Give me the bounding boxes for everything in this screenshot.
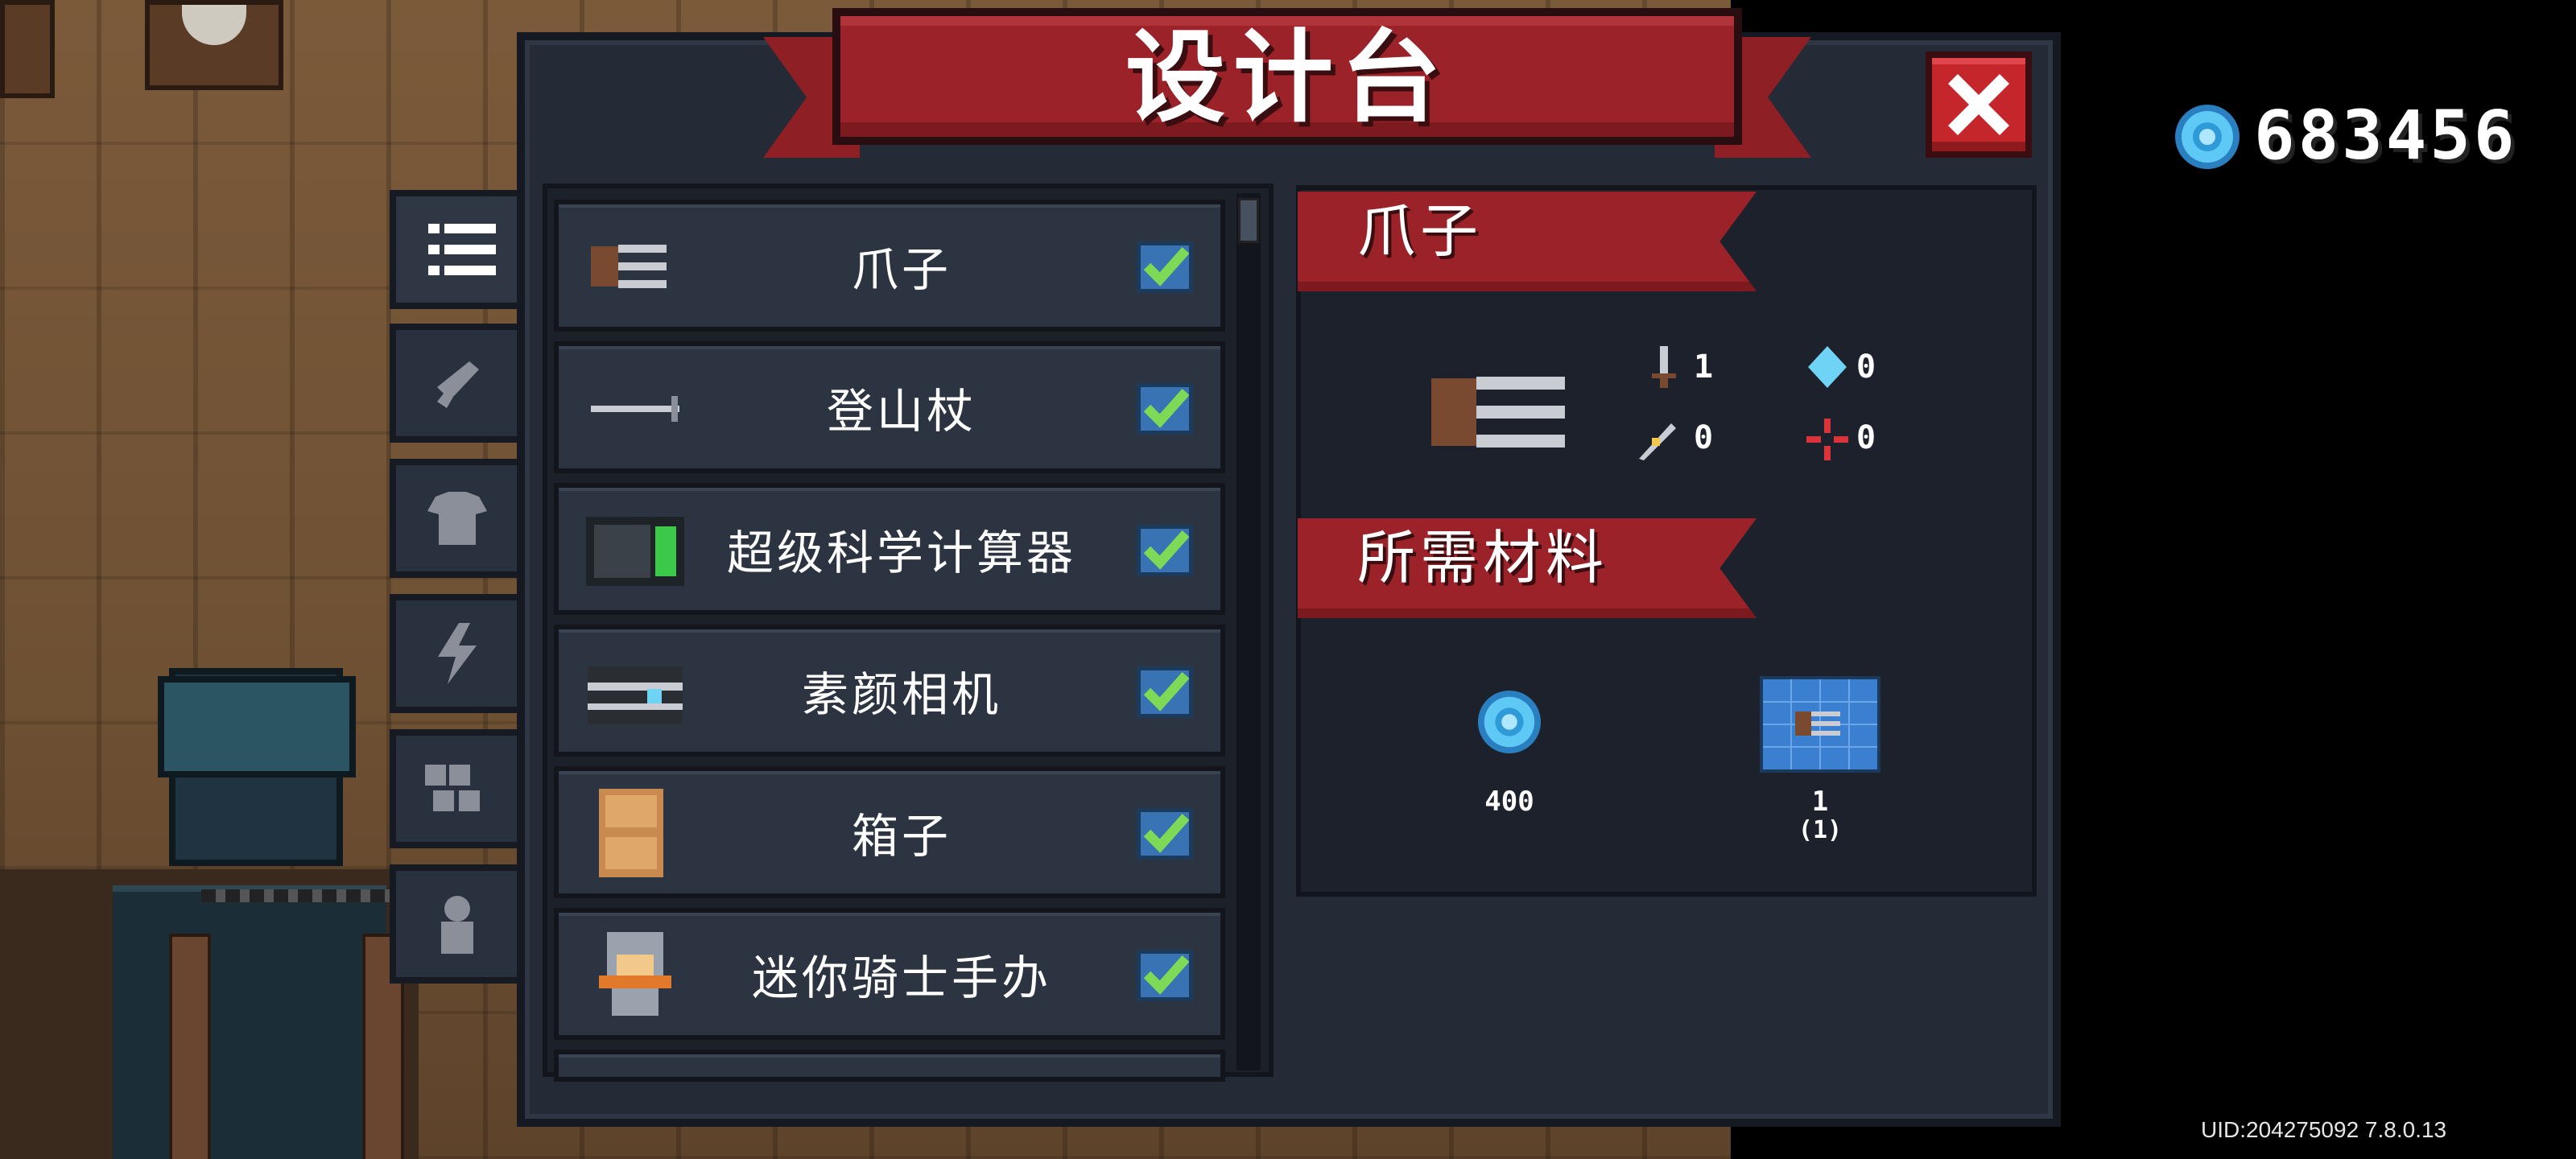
list-icon (428, 224, 496, 275)
energy-value: 0 (1856, 349, 1876, 386)
gem-count: 683456 (2254, 96, 2518, 175)
selected-item-name: 爪子 (1357, 197, 1484, 265)
tab-energy[interactable] (390, 594, 518, 713)
checkmark-icon (1143, 389, 1190, 428)
owned-checkbox (1137, 241, 1193, 293)
armor-icon (427, 492, 487, 545)
item-name: 登山杖 (826, 384, 976, 439)
camera-icon (588, 666, 683, 724)
hiking-pole-icon (591, 396, 679, 422)
uid-version-text: UID:204275092 7.8.0.13 (2201, 1117, 2447, 1142)
selected-claw-icon (1431, 377, 1565, 448)
materials-title: 所需材料 (1357, 524, 1609, 592)
close-icon (1948, 74, 2009, 135)
claw-icon (591, 245, 667, 288)
tab-list[interactable] (390, 190, 528, 309)
list-item-claw[interactable]: 爪子 (554, 200, 1225, 332)
gem-currency-icon (2175, 105, 2240, 169)
gem-icon (1477, 690, 1542, 754)
item-name: 箱子 (851, 809, 952, 864)
crate-icon (599, 789, 663, 877)
checkmark-icon (1143, 814, 1190, 853)
accuracy-value: 0 (1856, 419, 1876, 456)
energy-crystal-icon (1808, 346, 1847, 388)
crosshair-icon (1806, 419, 1848, 460)
tab-statues[interactable] (390, 864, 518, 984)
weapon-icon (437, 361, 479, 408)
shelf-decoration (0, 0, 55, 98)
game-screen: 设计台 683456 爪子 登山杖 超级科学计算器 素颜相机 箱子 迷你骑士手办… (0, 0, 2576, 1159)
blueprint-cost: 1 (1811, 786, 1829, 818)
owned-checkbox (1137, 666, 1193, 718)
list-scrollbar-thumb[interactable] (1238, 198, 1259, 243)
lightning-icon (438, 623, 477, 684)
blocks-icon (425, 765, 480, 811)
item-name: 迷你骑士手办 (751, 951, 1051, 1005)
tab-armor[interactable] (390, 459, 518, 578)
post-decoration (169, 934, 211, 1159)
list-item-hiking-pole[interactable]: 登山杖 (554, 341, 1225, 473)
list-item-calculator[interactable]: 超级科学计算器 (554, 483, 1225, 615)
checkmark-icon (1143, 955, 1190, 995)
gem-cost: 400 (1484, 786, 1534, 818)
knight-figure-icon (599, 932, 671, 1016)
page-title: 设计台 (1125, 20, 1449, 136)
list-scrollbar[interactable] (1236, 193, 1261, 1070)
checkmark-icon (1143, 672, 1190, 711)
sword-icon (1652, 346, 1676, 388)
list-item-camera[interactable]: 素颜相机 (554, 625, 1225, 757)
owned-checkbox (1137, 383, 1193, 435)
calculator-icon (586, 517, 684, 586)
tab-weapons[interactable] (390, 324, 518, 443)
owned-checkbox (1137, 525, 1193, 576)
crit-blade-icon (1639, 423, 1676, 460)
forge-top-decoration (158, 676, 356, 777)
blueprint-owned: (1) (1798, 816, 1843, 844)
shelf-with-sack-decoration (145, 0, 283, 90)
checkmark-icon (1143, 247, 1190, 287)
blueprint-icon (1763, 679, 1877, 769)
attack-value: 1 (1694, 349, 1714, 386)
list-item-partial[interactable] (554, 1050, 1225, 1082)
owned-checkbox (1137, 808, 1193, 860)
item-name: 爪子 (851, 242, 952, 297)
dark-table-decoration (113, 885, 386, 1159)
owned-checkbox (1137, 950, 1193, 1001)
crit-value: 0 (1694, 419, 1714, 456)
list-item-knight-figure[interactable]: 迷你骑士手办 (554, 908, 1225, 1040)
list-item-crate[interactable]: 箱子 (554, 766, 1225, 898)
blueprint-material (1760, 676, 1880, 773)
item-name: 素颜相机 (801, 667, 1001, 722)
close-button[interactable] (1926, 52, 2032, 158)
item-name: 超级科学计算器 (726, 526, 1076, 580)
tab-blocks[interactable] (390, 729, 518, 848)
checkmark-icon (1143, 530, 1190, 570)
statue-icon (441, 896, 473, 954)
